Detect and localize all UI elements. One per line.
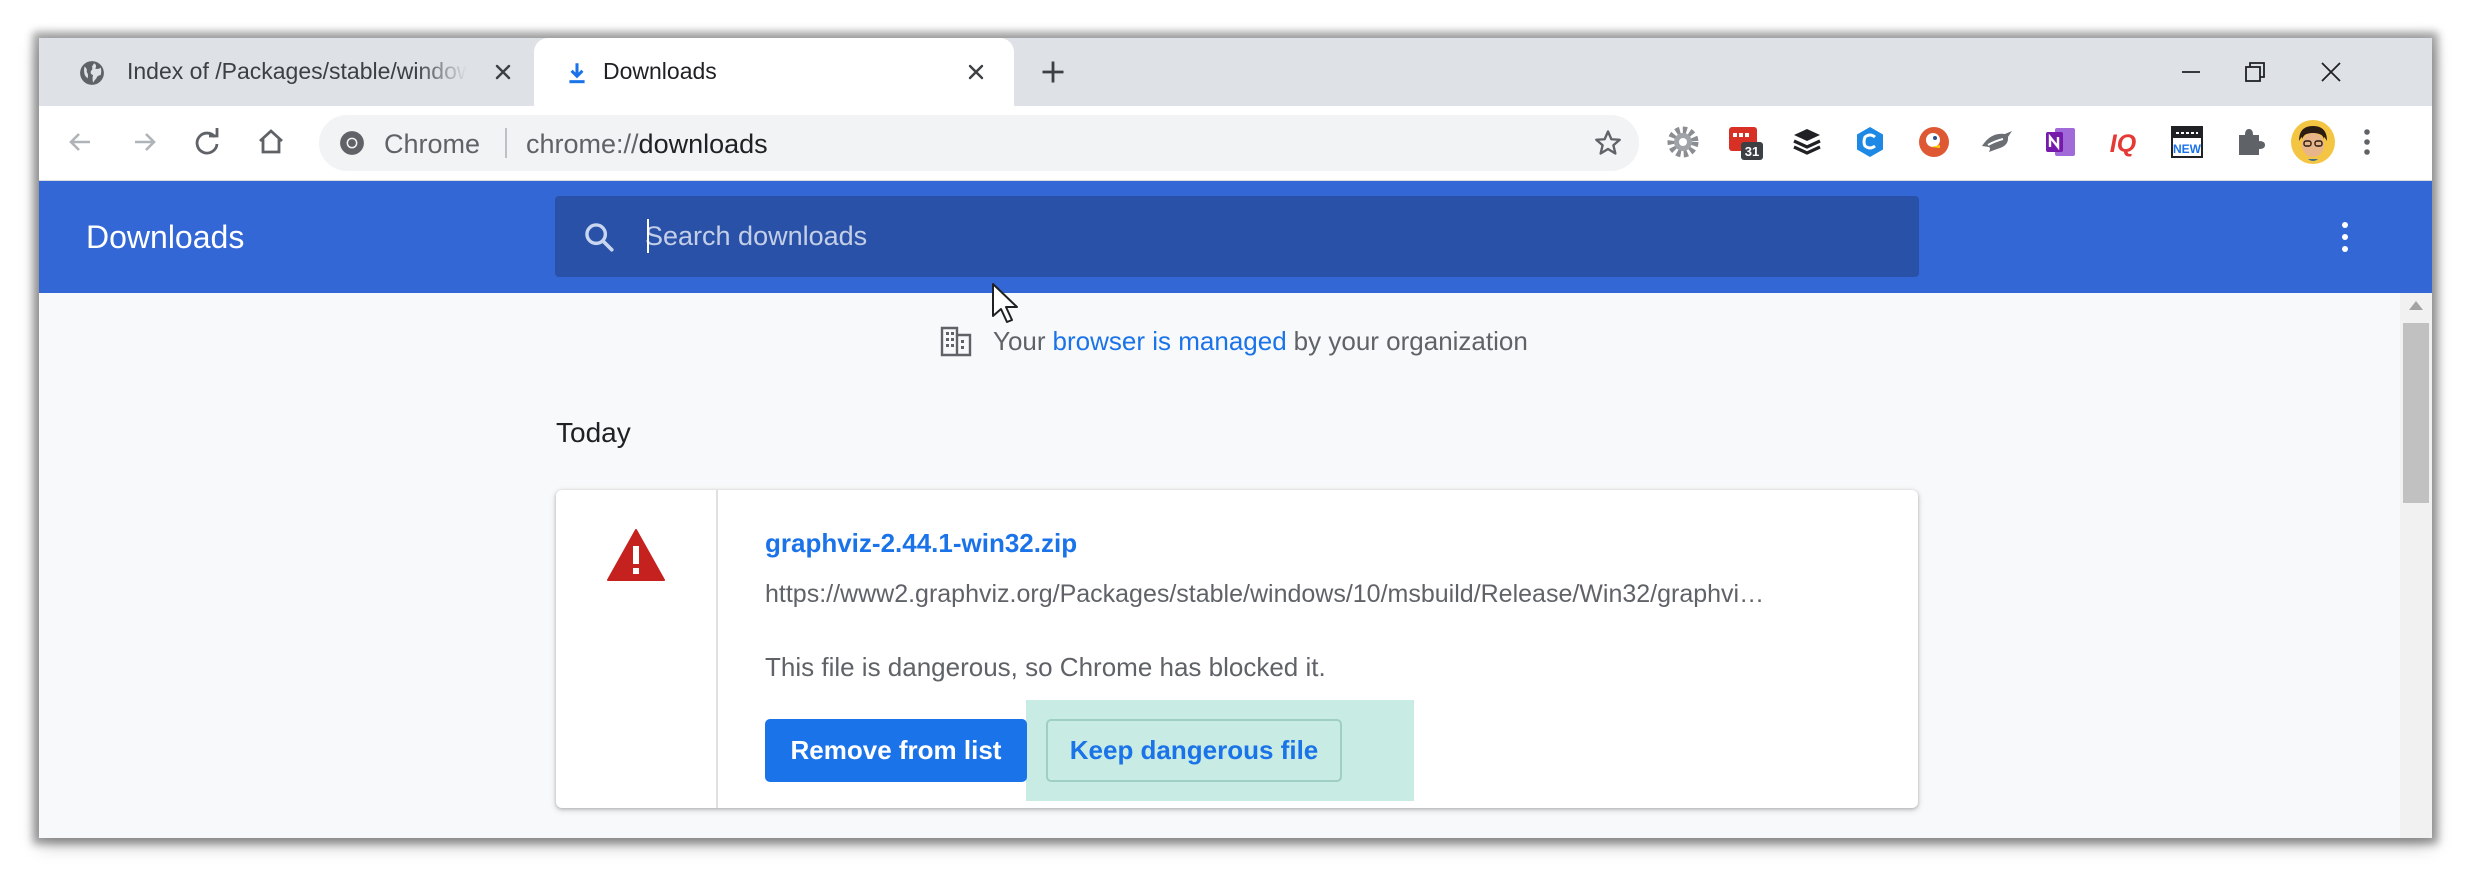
warning-icon	[607, 529, 665, 581]
tab-downloads[interactable]: Downloads	[534, 38, 1014, 106]
danger-description: This file is dangerous, so Chrome has bl…	[765, 652, 1326, 682]
new-tab-icon[interactable]	[1039, 58, 1067, 86]
scroll-up-arrow-icon[interactable]	[2409, 301, 2423, 310]
tab-title: Downloads	[603, 58, 717, 84]
home-icon[interactable]	[253, 124, 289, 160]
remove-from-list-button[interactable]: Remove from list	[765, 719, 1027, 782]
downloads-list: Your browser is managed by your organiza…	[39, 293, 2400, 838]
profile-avatar[interactable]	[2290, 119, 2336, 165]
file-icon-column	[556, 490, 718, 808]
chrome-menu-icon[interactable]	[2349, 124, 2385, 160]
download-item: graphviz-2.44.1-win32.zip https://www2.g…	[556, 490, 1918, 808]
keep-dangerous-file-button[interactable]: Keep dangerous file	[1046, 719, 1342, 782]
search-input[interactable]	[645, 212, 1845, 260]
date-header: Today	[556, 417, 631, 448]
browser-window: Index of /Packages/stable/windows Downlo…	[39, 38, 2432, 838]
tab-index-packages[interactable]: Index of /Packages/stable/windows	[39, 38, 534, 106]
svg-text:IQ: IQ	[2110, 130, 2137, 158]
url-scheme: chrome://	[526, 129, 639, 159]
url-text[interactable]: chrome://downloads	[526, 129, 768, 160]
bookmark-star-icon[interactable]	[1593, 128, 1623, 158]
building-icon	[940, 326, 972, 357]
calendar-badge: 31	[1745, 144, 1759, 159]
tab-strip: Index of /Packages/stable/windows Downlo…	[39, 38, 2432, 106]
download-icon	[569, 63, 585, 84]
url-host: downloads	[638, 129, 768, 159]
omnibox[interactable]: Chrome chrome://downloads	[319, 115, 1639, 171]
calendar-extension-icon[interactable]: 31	[1727, 124, 1763, 160]
tab-title: Index of /Packages/stable/windows	[127, 58, 467, 84]
puzzle-extensions-icon[interactable]	[2232, 124, 2268, 160]
calendar-icon: 31	[1729, 127, 1763, 160]
gear-extension-icon[interactable]	[1665, 124, 1701, 160]
forward-icon[interactable]	[127, 124, 163, 160]
close-tab-icon[interactable]	[491, 60, 515, 84]
managed-suffix: by your organization	[1293, 325, 1528, 356]
svg-text:NEW: NEW	[2173, 142, 2202, 156]
browser-toolbar: Chrome chrome://downloads 31 IQ NEW	[39, 106, 2432, 181]
chrome-logo-icon	[340, 131, 364, 155]
downloads-toolbar: Downloads	[39, 181, 2432, 293]
hexagon-extension-icon[interactable]	[1852, 124, 1888, 160]
bird-extension-icon[interactable]	[1979, 124, 2015, 160]
search-icon	[585, 223, 614, 252]
managed-notice: Your browser is managed by your organiza…	[939, 321, 1528, 361]
iq-extension-icon[interactable]: IQ	[2105, 124, 2141, 160]
restore-icon[interactable]	[2237, 54, 2273, 90]
browser-managed-link[interactable]: browser is managed	[1053, 326, 1287, 357]
search-box[interactable]	[555, 196, 1919, 277]
scrollbar-thumb[interactable]	[2403, 323, 2429, 503]
omnibox-separator	[505, 128, 507, 158]
onenote-extension-icon[interactable]	[2043, 124, 2079, 160]
screenshot-stage: Index of /Packages/stable/windows Downlo…	[0, 0, 2471, 878]
managed-prefix: Your	[993, 325, 1046, 356]
globe-icon	[80, 61, 104, 85]
new-extension-icon[interactable]: NEW	[2169, 124, 2205, 160]
mouse-cursor-icon	[992, 283, 1018, 323]
close-tab-icon[interactable]	[964, 60, 988, 84]
buffer-extension-icon[interactable]	[1789, 124, 1825, 160]
duckduckgo-extension-icon[interactable]	[1916, 124, 1952, 160]
reload-icon[interactable]	[189, 124, 225, 160]
back-icon[interactable]	[62, 124, 98, 160]
close-window-icon[interactable]	[2313, 54, 2349, 90]
text-caret	[647, 219, 649, 253]
vertical-scrollbar[interactable]	[2400, 293, 2432, 838]
more-actions-icon[interactable]	[2325, 214, 2365, 260]
file-url-link[interactable]: https://www2.graphviz.org/Packages/stabl…	[765, 580, 1765, 609]
page-title: Downloads	[86, 219, 245, 255]
omnibox-chip-label: Chrome	[384, 129, 481, 159]
minimize-icon[interactable]	[2173, 54, 2209, 90]
file-name-link[interactable]: graphviz-2.44.1-win32.zip	[765, 528, 1077, 559]
